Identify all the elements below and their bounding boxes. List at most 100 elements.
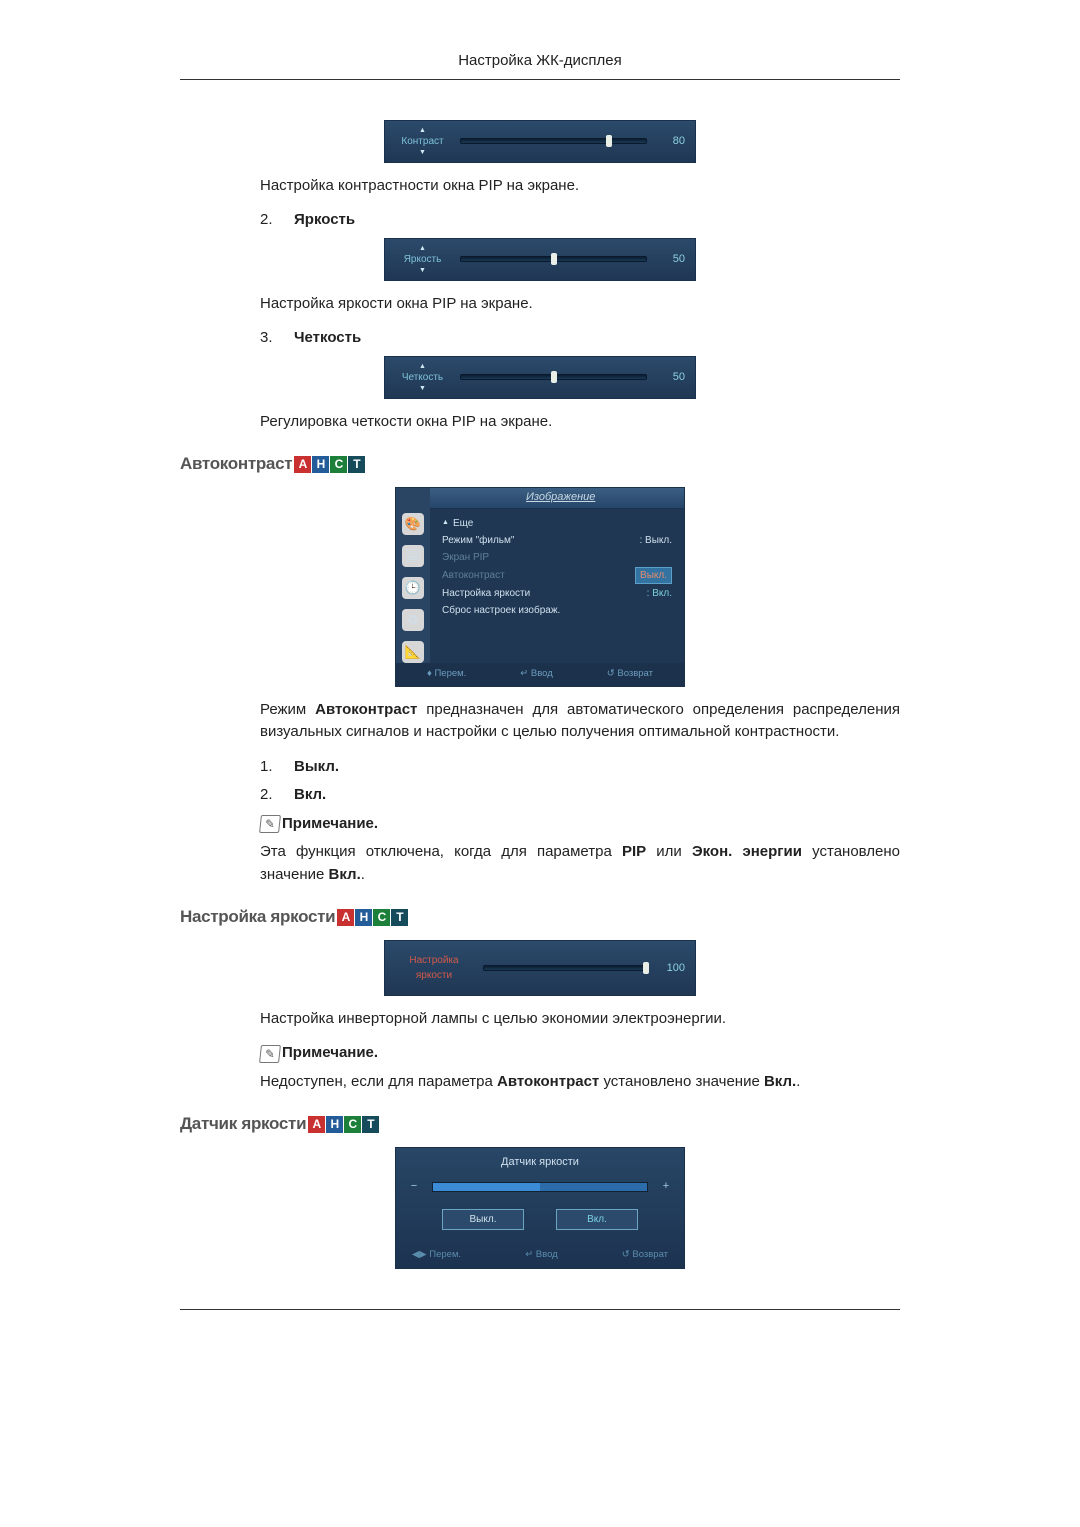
mode-badges: AHCT <box>294 456 366 473</box>
badge-c: C <box>373 909 390 926</box>
osd-title: Изображение <box>430 488 684 509</box>
osd-item-pip-screen: Экран PIP <box>442 550 489 565</box>
osd-item-autocontrast-value: Выкл. <box>635 567 672 584</box>
autocontrast-paragraph: Режим Автоконтраст предназначен для авто… <box>260 699 900 744</box>
bottom-rule <box>180 1309 900 1310</box>
badge-t: T <box>348 456 365 473</box>
note-label: Примечание. <box>282 813 378 836</box>
osd-item-reset: Сброс настроек изображ. <box>442 603 560 618</box>
contrast-slider-track[interactable] <box>460 138 647 144</box>
sensor-footer-move: ◀▶ Перем. <box>412 1248 461 1262</box>
sensor-minus-icon[interactable]: − <box>408 1178 420 1195</box>
triangle-up-icon: ▲ <box>442 518 449 529</box>
badge-t: T <box>391 909 408 926</box>
brightness-adjust-description: Настройка инверторной лампы с целью экон… <box>260 1008 900 1031</box>
badge-c: C <box>344 1116 361 1133</box>
triangle-up-icon: ▲ <box>395 363 450 370</box>
list-number: 2. <box>260 209 276 232</box>
sensor-off-button[interactable]: Выкл. <box>442 1209 524 1230</box>
contrast-slider-label: ▲ Контраст ▼ <box>395 127 450 156</box>
list-label-off: Выкл. <box>294 756 339 779</box>
badge-c: C <box>330 456 347 473</box>
badge-a: A <box>337 909 354 926</box>
brightness-adjust-note: Недоступен, если для параметра Автоконтр… <box>260 1071 900 1094</box>
osd-item-brightness-adj-value: : Вкл. <box>647 586 672 601</box>
brightness-slider-value: 50 <box>657 251 685 268</box>
list-label-brightness: Яркость <box>294 209 355 232</box>
badge-a: A <box>294 456 311 473</box>
brightness-slider-label: ▲ Яркость ▼ <box>395 245 450 274</box>
brightness-adjust-slider-panel: Настройка яркости 100 <box>384 940 696 996</box>
badge-h: H <box>355 909 372 926</box>
sharpness-description: Регулировка четкости окна PIP на экране. <box>260 411 900 434</box>
osd-gear-icon: ⚙ <box>402 609 424 631</box>
osd-menu-panel: 🎨 🖼 🕒 ⚙ 📐 Изображение ▲ Еще Режим "фильм… <box>395 487 685 687</box>
brightness-slider-thumb[interactable] <box>551 253 557 265</box>
triangle-up-icon: ▲ <box>395 245 450 252</box>
note-icon: ✎ <box>259 1045 281 1063</box>
sharpness-slider-value: 50 <box>657 369 685 386</box>
sharpness-slider-panel: ▲ Четкость ▼ 50 <box>384 356 696 399</box>
sharpness-slider-thumb[interactable] <box>551 371 557 383</box>
osd-icon-column: 🎨 🖼 🕒 ⚙ 📐 <box>396 488 430 663</box>
page-header: Настройка ЖК-дисплея <box>180 50 900 80</box>
brightness-description: Настройка яркости окна PIP на экране. <box>260 293 900 316</box>
osd-item-more: Еще <box>453 516 473 531</box>
sensor-on-button[interactable]: Вкл. <box>556 1209 638 1230</box>
list-number: 3. <box>260 327 276 350</box>
list-number: 1. <box>260 756 276 779</box>
triangle-down-icon: ▼ <box>395 149 450 156</box>
list-label-sharpness: Четкость <box>294 327 361 350</box>
heading-brightness-sensor: Датчик яркостиAHCT <box>180 1111 900 1137</box>
contrast-slider-thumb[interactable] <box>606 135 612 147</box>
mode-badges: AHCT <box>308 1116 380 1133</box>
sensor-bar[interactable] <box>432 1182 648 1192</box>
brightness-adjust-slider-track[interactable] <box>483 965 647 971</box>
brightness-adjust-slider-value: 100 <box>657 960 685 977</box>
osd-footer-enter: ↵ Ввод <box>520 667 553 681</box>
badge-h: H <box>326 1116 343 1133</box>
osd-footer-return: ↺ Возврат <box>607 667 653 681</box>
osd-picture-icon: 🖼 <box>402 545 424 567</box>
heading-brightness-adjust-text: Настройка яркости <box>180 907 335 926</box>
osd-palette-icon: 🎨 <box>402 513 424 535</box>
brightness-adjust-slider-label: Настройка яркости <box>395 953 473 983</box>
heading-brightness-sensor-text: Датчик яркости <box>180 1114 306 1133</box>
triangle-up-icon: ▲ <box>395 127 450 134</box>
osd-item-autocontrast-label: Автоконтраст <box>442 567 505 584</box>
osd-item-movie-value: : Выкл. <box>639 533 672 548</box>
triangle-down-icon: ▼ <box>395 385 450 392</box>
heading-autocontrast: АвтоконтрастAHCT <box>180 451 900 477</box>
brightness-adjust-slider-thumb[interactable] <box>643 962 649 974</box>
contrast-slider-value: 80 <box>657 133 685 150</box>
brightness-slider-track[interactable] <box>460 256 647 262</box>
heading-brightness-adjust: Настройка яркостиAHCT <box>180 904 900 930</box>
sharpness-label-text: Четкость <box>402 372 443 383</box>
list-label-on: Вкл. <box>294 784 326 807</box>
mode-badges: AHCT <box>337 909 409 926</box>
brightness-adjust-label-text: Настройка яркости <box>409 955 458 981</box>
list-number: 2. <box>260 784 276 807</box>
note-icon: ✎ <box>259 815 281 833</box>
osd-tools-icon: 📐 <box>402 641 424 663</box>
heading-autocontrast-text: Автоконтраст <box>180 454 292 473</box>
osd-footer-move: ♦ Перем. <box>427 667 466 681</box>
sharpness-slider-track[interactable] <box>460 374 647 380</box>
badge-a: A <box>308 1116 325 1133</box>
badge-h: H <box>312 456 329 473</box>
osd-item-brightness-adj-label: Настройка яркости <box>442 586 530 601</box>
note-label: Примечание. <box>282 1042 378 1065</box>
sensor-footer-return: ↺ Возврат <box>622 1248 668 1262</box>
contrast-slider-panel: ▲ Контраст ▼ 80 <box>384 120 696 163</box>
osd-item-movie-label: Режим "фильм" <box>442 533 514 548</box>
sensor-plus-icon[interactable]: + <box>660 1178 672 1195</box>
osd-clock-icon: 🕒 <box>402 577 424 599</box>
autocontrast-note: Эта функция отключена, когда для парамет… <box>260 841 900 886</box>
triangle-down-icon: ▼ <box>395 267 450 274</box>
sensor-footer-enter: ↵ Ввод <box>525 1248 558 1262</box>
contrast-description: Настройка контрастности окна PIP на экра… <box>260 175 900 198</box>
brightness-sensor-panel: Датчик яркости − + Выкл. Вкл. ◀▶ Перем. … <box>395 1147 685 1269</box>
sensor-title: Датчик яркости <box>396 1148 684 1175</box>
brightness-slider-panel: ▲ Яркость ▼ 50 <box>384 238 696 281</box>
sharpness-slider-label: ▲ Четкость ▼ <box>395 363 450 392</box>
